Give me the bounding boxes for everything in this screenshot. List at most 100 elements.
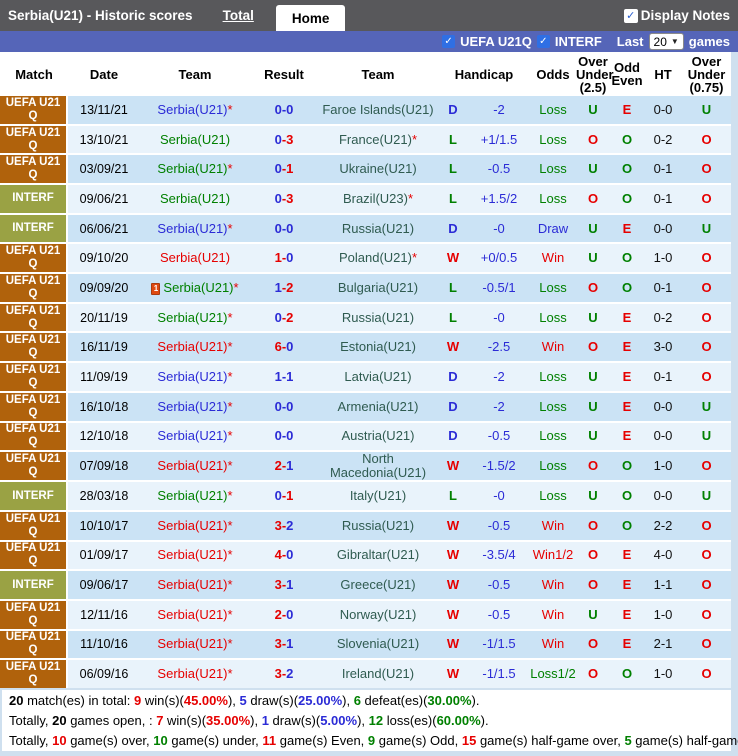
over-under-075-cell: U [701,488,712,504]
home-team-star: * [227,101,233,117]
away-goals: 2 [286,517,294,533]
summary-segment: 35.00% [206,713,251,728]
summary-segment: loss(es)( [386,713,437,728]
home-goals: 1 [274,250,282,266]
league-cell: UEFA U21 Q [0,125,68,154]
summary-segment: ). [471,693,480,708]
ht-cell: 3-0 [653,339,673,355]
handicap-cell: -0 [493,309,505,325]
away-team-name: Brazil(U23) [342,190,408,206]
away-team-cell: Armenia(U21) [318,398,438,414]
away-goals: 0 [286,250,294,266]
home-team-star: * [227,368,233,384]
away-team-name: North Macedonia(U21) [329,451,427,481]
wdl-cell: W [446,547,460,563]
over-under-25-cell: U [588,606,598,622]
league-cell: UEFA U21 Q [0,274,68,302]
bottom-edge [0,751,738,756]
over-under-075-cell: O [701,577,712,593]
display-notes-label: Display Notes [640,8,730,23]
summary-segment: ), [342,693,354,708]
handicap-cell: -2.5 [487,339,511,355]
league-cell: UEFA U21 Q [0,244,68,273]
tab-total[interactable]: Total [223,8,254,23]
table-row: UEFA U21 Q 09/09/20 1 Serbia(U21)* 1-2 Bulgar… [0,274,731,302]
over-under-075-cell: O [701,250,712,266]
odds-cell: Loss [539,101,567,117]
odd-even-cell: O [621,666,633,682]
home-team-star: * [227,577,233,593]
uefa-u21q-label: UEFA U21Q [460,34,532,49]
over-under-075-cell: O [701,161,712,177]
odd-even-cell: E [622,428,632,444]
table-row: UEFA U21 Q 12/11/16 Serbia(U21)* 2-0 Norway(… [0,600,731,629]
date-cell: 09/09/20 [79,280,129,295]
away-goals: 3 [286,131,294,147]
over-under-075-cell: O [701,517,712,533]
over-under-075-cell: O [701,279,712,295]
odds-cell: Loss [539,161,567,177]
date-cell: 09/06/17 [79,578,129,593]
date-cell: 13/10/21 [79,132,129,147]
handicap-cell: -2 [493,101,505,117]
wdl-cell: D [448,101,458,117]
uefa-u21q-checkbox[interactable]: ✓ [442,35,456,48]
summary-segment: 12 [368,713,387,728]
odd-even-cell: E [622,606,632,622]
odds-cell: Loss [539,279,567,295]
table-row: INTERF 09/06/21 Serbia(U21) 0-3 Brazil(U23)*… [0,185,731,213]
home-team-cell: Serbia(U21)* [140,637,250,651]
score-cell: 4-0 [250,548,318,562]
odds-cell: Win [541,636,565,652]
home-goals: 0 [274,101,282,117]
over-under-25-cell: O [587,458,599,474]
score-cell: 3-1 [250,637,318,651]
home-team-name: Serbia(U21) [157,339,228,355]
table-page: Match Date Team Result Team Handicap Odd… [0,52,738,751]
home-goals: 1 [274,279,282,295]
table-row: UEFA U21 Q 11/10/16 Serbia(U21)* 3-1 Sloveni… [0,630,731,659]
home-team-name: Serbia(U21) [157,606,228,622]
away-team-cell: Latvia(U21) [318,369,438,384]
home-goals: 2 [274,606,282,622]
away-team-name: Gibraltar(U21) [336,547,420,563]
score-cell: 0-3 [250,131,318,147]
summary-segment: 60.00% [436,713,481,728]
home-team-star: * [227,398,233,414]
tab-home[interactable]: Home [275,5,346,31]
score-cell: 0-1 [250,489,318,503]
score-cell: 0-0 [250,398,318,414]
summary-segment: 6 [353,693,365,708]
score-cell: 1-2 [250,279,318,295]
over-under-25-cell: U [588,101,598,117]
home-goals: 3 [274,577,282,593]
away-goals: 0 [286,339,294,355]
ht-cell: 0-1 [653,279,673,295]
odd-even-cell: O [621,279,633,295]
summary-segment: game(s) Odd, [378,733,462,748]
games-count-value: 20 [653,34,667,49]
home-team-cell: Serbia(U21)* [140,368,250,384]
league-cell: UEFA U21 Q [0,363,68,391]
away-goals: 0 [286,398,294,414]
interf-checkbox[interactable]: ✓ [536,35,550,48]
league-cell: INTERF [0,214,68,243]
league-cell: UEFA U21 Q [0,452,68,481]
ht-cell: 0-1 [653,190,673,206]
odds-cell: Win1/2 [532,547,574,563]
over-under-075-cell: O [701,309,712,325]
home-team-name: Serbia(U21) [157,309,228,325]
summary-segment: 5 [624,733,636,748]
home-team-cell: Serbia(U21)* [140,518,250,533]
col-header-ht: HT [654,66,672,82]
ht-cell: 0-0 [653,101,673,117]
games-count-select[interactable]: 20 ▼ [648,33,684,50]
date-cell: 07/09/18 [79,459,129,474]
display-notes-checkbox[interactable]: ✓ [623,8,638,23]
home-team-star: * [227,458,233,474]
summary-segment: ). [480,713,489,728]
away-team-name: Armenia(U21) [337,398,419,414]
over-under-25-cell: O [587,339,599,355]
summary-segment: 11 [262,733,280,748]
over-under-25-cell: U [588,220,598,236]
